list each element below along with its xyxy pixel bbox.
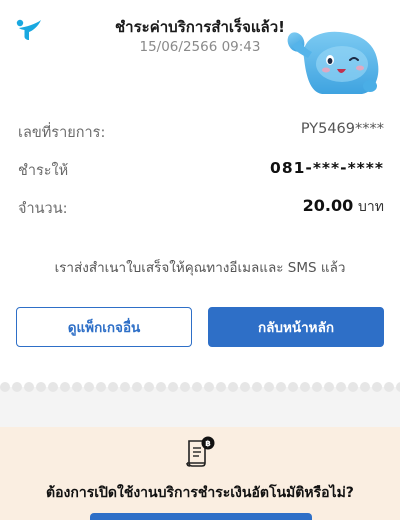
receipt-baht-icon: ฿ (186, 436, 215, 467)
amount-value: 20.00 (302, 196, 354, 215)
mascot-illustration (287, 31, 379, 94)
paid-to-number: 081-***-**** (270, 159, 384, 177)
transaction-id-value: PY5469**** (300, 121, 384, 137)
back-home-button[interactable]: กลับหน้าหลัก (208, 307, 384, 347)
transaction-id-label: เลขที่รายการ: (18, 125, 106, 141)
receipt-notice: เราส่งสำเนาใบเสร็จให้คุณทางอีเมลและ SMS … (54, 260, 346, 276)
amount-label: จำนวน: (18, 201, 68, 217)
detail-row-paid-to: ชำระให้ 081-***-**** (18, 159, 384, 183)
svg-text:฿: ฿ (205, 439, 211, 448)
paid-to-label: ชำระให้ (18, 163, 69, 179)
auto-pay-question: ต้องการเปิดใช้งานบริการชำระเงินอัตโนมัติ… (46, 485, 354, 501)
auto-pay-promo: ฿ ต้องการเปิดใช้งานบริการชำระเงินอัตโนมั… (0, 427, 400, 520)
detail-row-amount: จำนวน: 20.00 บาท (18, 196, 384, 221)
enable-auto-pay-button[interactable] (90, 513, 312, 520)
amount-value-group: 20.00 บาท (303, 196, 384, 218)
other-packages-button[interactable]: ดูแพ็กเกจอื่น (16, 307, 192, 347)
receipt-scallop-edge (0, 382, 400, 394)
detail-row-transaction-id: เลขที่รายการ: PY5469**** (18, 121, 384, 145)
amount-unit: บาท (358, 199, 384, 215)
